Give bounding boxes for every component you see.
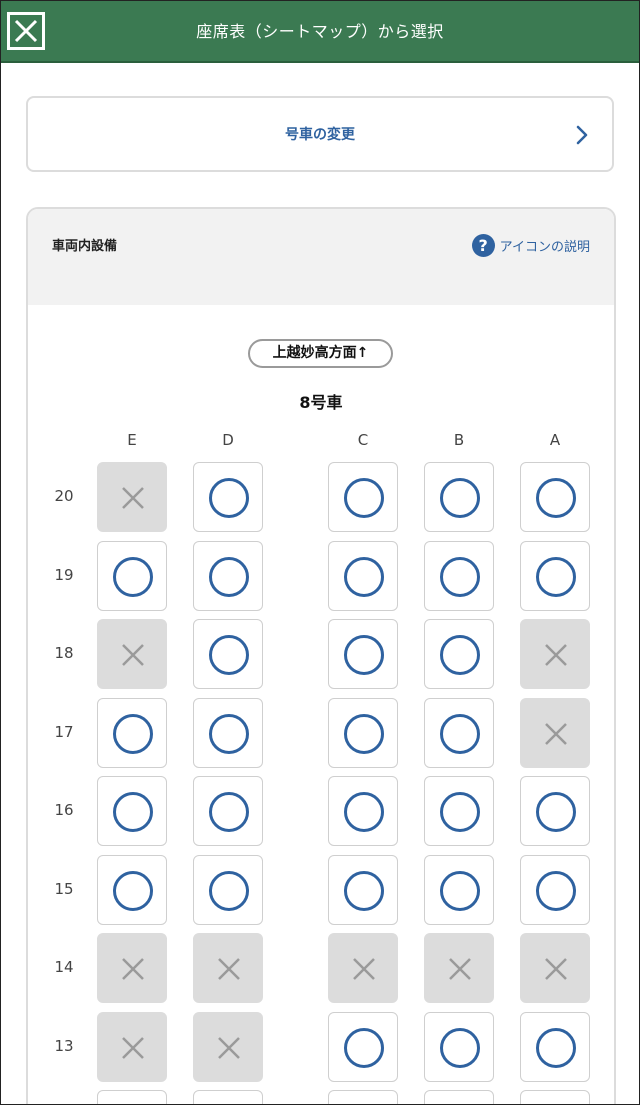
change-car-label: 号車の変更 <box>285 127 355 143</box>
seat-18C-available[interactable] <box>328 619 398 689</box>
unavailable-x-icon <box>545 723 567 745</box>
unavailable-x-icon <box>353 958 375 980</box>
seat-20B-available[interactable] <box>424 462 494 532</box>
help-label: アイコンの説明 <box>499 239 590 255</box>
icon-help-link[interactable]: ? アイコンの説明 <box>471 233 590 257</box>
chevron-right-icon <box>576 125 588 145</box>
column-label-D: D <box>222 431 234 449</box>
car-number: 8号車 <box>299 393 343 412</box>
seat-19A-available[interactable] <box>520 541 590 611</box>
seat-nextD-available[interactable] <box>193 1090 263 1104</box>
row-number: 16 <box>54 801 74 819</box>
seat-15C-available[interactable] <box>328 855 398 925</box>
row-number: 18 <box>54 644 74 662</box>
seat-13D-unavailable <box>193 1012 263 1082</box>
seat-14D-unavailable <box>193 933 263 1003</box>
direction-badge: 上越妙高方面↑ <box>248 339 393 368</box>
seat-16B-available[interactable] <box>424 776 494 846</box>
seat-13B-available[interactable] <box>424 1012 494 1082</box>
seat-20C-available[interactable] <box>328 462 398 532</box>
seat-nextB-available[interactable] <box>424 1090 494 1104</box>
seat-19B-available[interactable] <box>424 541 494 611</box>
unavailable-x-icon <box>449 958 471 980</box>
seat-14E-unavailable <box>97 933 167 1003</box>
seat-18E-unavailable <box>97 619 167 689</box>
row-number: 20 <box>54 487 74 505</box>
column-label-C: C <box>357 431 369 449</box>
seat-14B-unavailable <box>424 933 494 1003</box>
seat-18D-available[interactable] <box>193 619 263 689</box>
seat-nextA-available[interactable] <box>520 1090 590 1104</box>
seat-17A-unavailable <box>520 698 590 768</box>
facility-title: 車両内設備 <box>52 239 118 254</box>
seat-19D-available[interactable] <box>193 541 263 611</box>
unavailable-x-icon <box>218 1037 240 1059</box>
question-icon: ? <box>471 233 495 257</box>
seat-19E-available[interactable] <box>97 541 167 611</box>
screen-frame: 座席表（シートマップ）から選択 号車の変更 車両内設備 ? アイコンの説明 上越… <box>0 0 640 1105</box>
unavailable-x-icon <box>122 1037 144 1059</box>
row-number: 19 <box>54 566 74 584</box>
column-label-B: B <box>453 431 465 449</box>
seat-17E-available[interactable] <box>97 698 167 768</box>
seat-16C-available[interactable] <box>328 776 398 846</box>
seat-14C-unavailable <box>328 933 398 1003</box>
row-number: 13 <box>54 1037 74 1055</box>
seat-14A-unavailable <box>520 933 590 1003</box>
change-car-button[interactable]: 号車の変更 <box>26 96 614 172</box>
unavailable-x-icon <box>122 644 144 666</box>
row-number: 15 <box>54 880 74 898</box>
unavailable-x-icon <box>218 958 240 980</box>
seat-18B-available[interactable] <box>424 619 494 689</box>
seat-15A-available[interactable] <box>520 855 590 925</box>
unavailable-x-icon <box>122 487 144 509</box>
seat-15B-available[interactable] <box>424 855 494 925</box>
facility-header: 車両内設備 ? アイコンの説明 <box>28 209 614 305</box>
seat-13C-available[interactable] <box>328 1012 398 1082</box>
seat-20D-available[interactable] <box>193 462 263 532</box>
row-number: 17 <box>54 723 74 741</box>
seat-13A-available[interactable] <box>520 1012 590 1082</box>
column-label-A: A <box>549 431 561 449</box>
unavailable-x-icon <box>122 958 144 980</box>
seat-20A-available[interactable] <box>520 462 590 532</box>
seat-16E-available[interactable] <box>97 776 167 846</box>
seat-nextC-available[interactable] <box>328 1090 398 1104</box>
seat-16D-available[interactable] <box>193 776 263 846</box>
seat-17B-available[interactable] <box>424 698 494 768</box>
unavailable-x-icon <box>545 644 567 666</box>
seat-15E-available[interactable] <box>97 855 167 925</box>
seat-nextE-available[interactable] <box>97 1090 167 1104</box>
seat-13E-unavailable <box>97 1012 167 1082</box>
seat-16A-available[interactable] <box>520 776 590 846</box>
seat-17C-available[interactable] <box>328 698 398 768</box>
column-label-E: E <box>127 431 137 449</box>
seat-18A-unavailable <box>520 619 590 689</box>
seat-15D-available[interactable] <box>193 855 263 925</box>
app-header: 座席表（シートマップ）から選択 <box>1 1 639 63</box>
seat-19C-available[interactable] <box>328 541 398 611</box>
row-number: 14 <box>54 958 74 976</box>
unavailable-x-icon <box>545 958 567 980</box>
seat-17D-available[interactable] <box>193 698 263 768</box>
seat-20E-unavailable <box>97 462 167 532</box>
page-title: 座席表（シートマップ）から選択 <box>196 22 444 41</box>
